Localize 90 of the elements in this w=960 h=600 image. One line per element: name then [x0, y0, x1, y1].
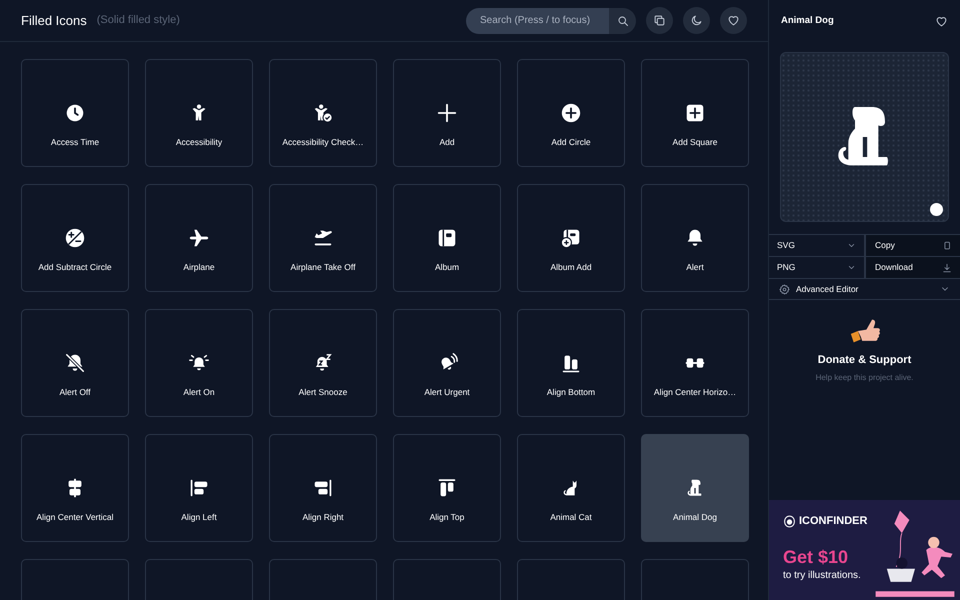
- ad-banner[interactable]: ICONFINDER Get $10 to try illustrations.: [769, 500, 960, 600]
- chevron-down-icon: [847, 263, 856, 272]
- icon-tile[interactable]: Add Subtract Circle: [21, 184, 129, 292]
- icon-label: Alert Snooze: [298, 386, 348, 399]
- align-right-icon: [312, 477, 334, 499]
- icon-label: Airplane: [183, 261, 215, 274]
- download-button[interactable]: Download: [866, 257, 960, 278]
- icon-label: Accessibility: [176, 136, 222, 149]
- icon-label: Alert Urgent: [424, 386, 470, 399]
- icon-label: Album: [434, 261, 460, 274]
- icon-tile[interactable]: Accessibility: [145, 59, 253, 167]
- clock-icon: [64, 102, 86, 124]
- icon-label: Animal Dog: [673, 511, 717, 524]
- icon-label: Align Top: [430, 511, 464, 524]
- icon-title: Animal Dog: [781, 14, 834, 28]
- align-left-icon: [188, 477, 210, 499]
- icon-tile[interactable]: Alert Off: [21, 309, 129, 417]
- icon-label: Align Center Horizo…: [654, 386, 736, 399]
- icon-label: Access Time: [50, 136, 100, 149]
- icon-label: Align Center Vertical: [36, 511, 114, 524]
- plus-minus-circle-icon: [64, 227, 86, 249]
- icon-tile[interactable]: Align Center Vertical: [21, 434, 129, 542]
- search-field[interactable]: Search (Press / to focus): [466, 8, 609, 34]
- gear-icon: [779, 284, 790, 294]
- brand-name: ICONFINDER: [799, 514, 868, 529]
- favorite-button[interactable]: [720, 7, 747, 34]
- eye-logo-icon: [783, 514, 796, 528]
- icon-tile[interactable]: Align Right: [269, 434, 377, 542]
- icon-label: Add Subtract Circle: [38, 261, 112, 274]
- icon-tile[interactable]: Airplane: [145, 184, 253, 292]
- person-check-icon: [312, 102, 334, 124]
- icon-label: Align Right: [302, 511, 344, 524]
- copy-icon: [942, 240, 952, 250]
- icon-tile[interactable]: Animal Dog: [641, 434, 749, 542]
- icon-label: Album Add: [550, 261, 592, 274]
- color-toggle[interactable]: [930, 203, 943, 216]
- theme-button[interactable]: [683, 7, 710, 34]
- icon-tile[interactable]: Add Square: [641, 59, 749, 167]
- icon-label: Animal Cat: [550, 511, 592, 524]
- download-icon: [942, 262, 952, 272]
- ad-headline: Get $10: [783, 546, 848, 569]
- copy-icon: [653, 14, 666, 27]
- align-top-icon: [436, 477, 458, 499]
- icon-tile[interactable]: Album Add: [517, 184, 625, 292]
- plus-circle-icon: [560, 102, 582, 124]
- icon-tile[interactable]: Accessibility Check…: [269, 59, 377, 167]
- heart-icon: [727, 14, 740, 27]
- page-subtitle: (Solid filled style): [96, 13, 180, 28]
- icon-label: Alert: [686, 261, 704, 274]
- icon-tile[interactable]: Alert Snooze: [269, 309, 377, 417]
- page-title: Filled Icons: [21, 12, 87, 30]
- icon-tile[interactable]: Album: [393, 184, 501, 292]
- airplane-icon: [188, 227, 210, 249]
- bell-slash-icon: [64, 352, 86, 374]
- icon-label: Align Left: [181, 511, 217, 524]
- icon-label: Align Bottom: [546, 386, 596, 399]
- icon-tile[interactable]: Align Left: [145, 434, 253, 542]
- icon-label: Add Circle: [551, 136, 591, 149]
- icon-tile[interactable]: Add Circle: [517, 59, 625, 167]
- icon-label: Accessibility Check…: [282, 136, 364, 149]
- heart-icon: [935, 14, 948, 28]
- icon-tile[interactable]: Alert: [641, 184, 749, 292]
- plus-icon: [436, 102, 458, 124]
- icon-label: Alert Off: [59, 386, 91, 399]
- icon-tile[interactable]: Add: [393, 59, 501, 167]
- icon-tile[interactable]: Align Center Horizo…: [641, 309, 749, 417]
- icon-tile[interactable]: Access Time: [21, 59, 129, 167]
- donate-title: Donate & Support: [818, 353, 912, 368]
- search-button[interactable]: [609, 8, 636, 34]
- icon-tile[interactable]: Alert Urgent: [393, 309, 501, 417]
- icon-tile[interactable]: Align Top: [393, 434, 501, 542]
- advanced-editor-toggle[interactable]: Advanced Editor: [769, 278, 960, 300]
- icon-tile[interactable]: Animal Cat: [517, 434, 625, 542]
- book-icon: [436, 227, 458, 249]
- search-icon: [616, 14, 628, 26]
- icon-label: Airplane Take Off: [290, 261, 356, 274]
- icon-tile[interactable]: Align Bottom: [517, 309, 625, 417]
- book-plus-icon: [560, 227, 582, 249]
- copy-button[interactable]: [646, 7, 673, 34]
- icon-tile[interactable]: Alert On: [145, 309, 253, 417]
- icon-label: Alert On: [183, 386, 215, 399]
- icon-label: Add Square: [672, 136, 718, 149]
- icon-tile[interactable]: Airplane Take Off: [269, 184, 377, 292]
- ad-text: to try illustrations.: [783, 569, 861, 583]
- icon-label: Add: [439, 136, 455, 149]
- donate-text: Help keep this project alive.: [816, 372, 914, 384]
- copy-button[interactable]: Copy: [866, 235, 960, 256]
- plus-square-icon: [684, 102, 706, 124]
- chevron-down-icon: [847, 241, 856, 250]
- moon-icon: [690, 14, 703, 27]
